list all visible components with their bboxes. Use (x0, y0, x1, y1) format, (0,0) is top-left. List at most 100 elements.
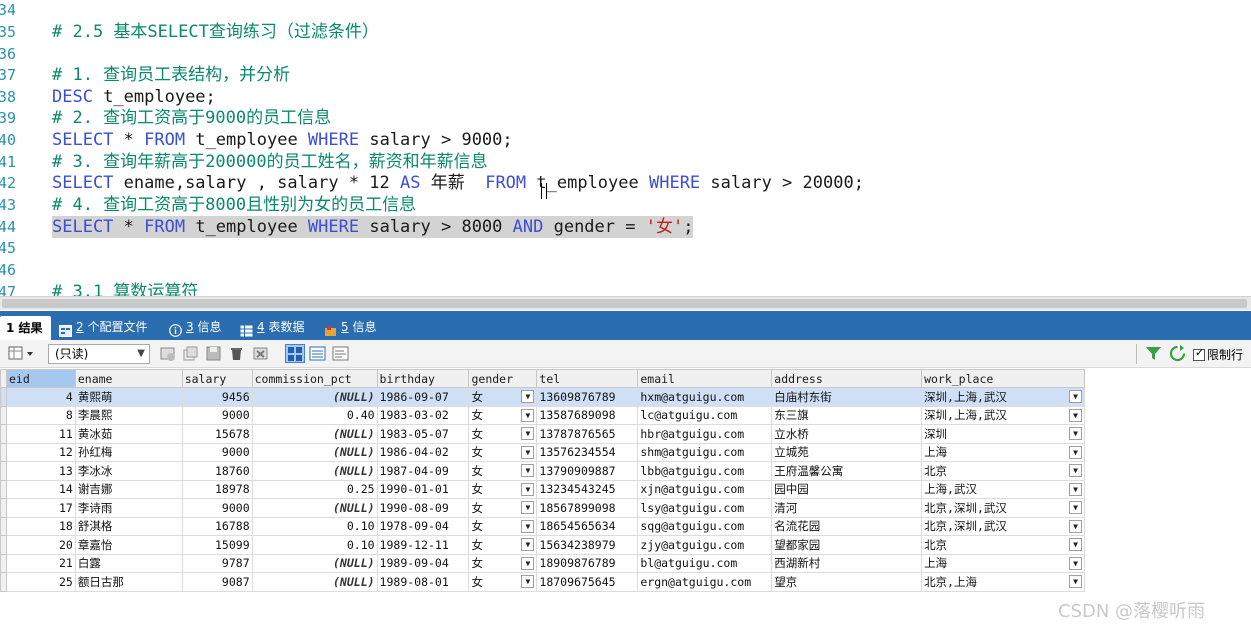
cell-commission-pct[interactable]: 0.25 (251, 479, 378, 499)
cell-email[interactable]: hxm@atguigu.com (637, 387, 773, 407)
cell-birthday[interactable]: 1990-01-01 (376, 479, 470, 499)
column-header-salary[interactable]: salary (181, 369, 253, 388)
cell-address[interactable]: 清河 (771, 498, 923, 518)
cell-gender[interactable]: 女 ▼ (468, 479, 538, 499)
cell-tel[interactable]: 15634238979 (536, 535, 639, 555)
cell-ename[interactable]: 舒淇格 (74, 516, 183, 536)
cell-dropdown-icon[interactable]: ▼ (1069, 538, 1082, 551)
cell-commission-pct[interactable]: (NULL) (251, 572, 378, 592)
cell-eid[interactable]: 12 (5, 442, 76, 462)
cell-birthday[interactable]: 1989-08-01 (376, 572, 470, 592)
cell-eid[interactable]: 21 (5, 553, 76, 573)
cell-dropdown-icon[interactable]: ▼ (1069, 445, 1082, 459)
cell-birthday[interactable]: 1978-09-04 (376, 516, 470, 536)
cell-work-place[interactable]: 上海 ▼ (921, 553, 1085, 573)
cell-dropdown-icon[interactable]: ▼ (1069, 575, 1082, 588)
cell-salary[interactable]: 18760 (181, 461, 253, 481)
cell-email[interactable]: xjn@atguigu.com (637, 479, 773, 499)
cell-eid[interactable]: 8 (5, 405, 76, 425)
cell-birthday[interactable]: 1983-03-02 (376, 405, 470, 425)
cell-birthday[interactable]: 1989-12-11 (376, 535, 470, 555)
cell-work-place[interactable]: 深圳,上海,武汉 ▼ (921, 405, 1085, 425)
cell-ename[interactable]: 李冰冰 (74, 461, 183, 481)
form-view-icon[interactable] (309, 345, 326, 362)
cell-dropdown-icon[interactable]: ▼ (1069, 556, 1082, 570)
cell-email[interactable]: zjy@atguigu.com (637, 535, 773, 555)
cell-eid[interactable]: 25 (5, 572, 76, 592)
cell-eid[interactable]: 14 (5, 479, 76, 499)
cell-salary[interactable]: 15099 (181, 535, 253, 555)
cell-salary[interactable]: 16788 (181, 516, 253, 536)
cell-address[interactable]: 西湖新村 (771, 553, 923, 573)
cell-commission-pct[interactable]: 0.10 (251, 535, 378, 555)
cell-ename[interactable]: 额日古那 (74, 572, 183, 592)
cell-birthday[interactable]: 1989-09-04 (376, 553, 470, 573)
column-header-eid[interactable]: eid (5, 369, 76, 388)
cell-commission-pct[interactable]: (NULL) (251, 387, 378, 407)
column-header-email[interactable]: email (637, 369, 773, 388)
cell-birthday[interactable]: 1990-08-09 (376, 498, 470, 518)
cell-tel[interactable]: 13234543245 (536, 479, 639, 499)
cell-gender[interactable]: 女 ▼ (468, 461, 538, 481)
cell-address[interactable]: 望都家园 (771, 535, 923, 555)
cell-work-place[interactable]: 上海 ▼ (921, 442, 1085, 462)
column-header-birthday[interactable]: birthday (376, 369, 470, 388)
tab-results[interactable]: 1 结果 (0, 316, 51, 341)
cell-ename[interactable]: 孙红梅 (74, 442, 183, 462)
column-header-gender[interactable]: gender (468, 369, 538, 388)
cell-work-place[interactable]: 北京,深圳,武汉 ▼ (921, 516, 1085, 536)
editor-horizontal-scrollbar[interactable] (0, 296, 1251, 310)
cell-gender[interactable]: 女 ▼ (468, 442, 538, 462)
cell-eid[interactable]: 18 (5, 516, 76, 536)
cell-work-place[interactable]: 北京,深圳,武汉 ▼ (921, 498, 1085, 518)
cell-work-place[interactable]: 北京 ▼ (921, 461, 1085, 481)
cell-dropdown-icon[interactable]: ▼ (521, 427, 535, 440)
table-row[interactable]: 21 白露 9787 (NULL) 1989-09-04 女 ▼ 18909876789 bl@… (0, 553, 1085, 573)
cell-tel[interactable]: 13587689098 (536, 405, 639, 425)
table-row[interactable]: 20 章嘉怡 15099 0.10 1989-12-11 女 ▼ 15634238979 zjy… (0, 535, 1085, 555)
cell-ename[interactable]: 谢吉娜 (74, 479, 183, 499)
cell-commission-pct[interactable]: 0.40 (251, 405, 378, 425)
cell-eid[interactable]: 11 (5, 424, 76, 444)
cell-salary[interactable]: 9000 (181, 442, 253, 462)
cell-address[interactable]: 白庙村东街 (771, 387, 923, 407)
cell-email[interactable]: lbb@atguigu.com (637, 461, 773, 481)
grid-view-icon[interactable] (285, 344, 305, 363)
cell-tel[interactable]: 18909876789 (536, 553, 639, 573)
cell-commission-pct[interactable]: (NULL) (251, 553, 378, 573)
cell-dropdown-icon[interactable]: ▼ (521, 501, 535, 514)
cell-tel[interactable]: 13790909887 (536, 461, 639, 481)
cell-commission-pct[interactable]: (NULL) (251, 424, 378, 444)
cell-ename[interactable]: 黄冰茹 (74, 424, 183, 444)
cell-birthday[interactable]: 1987-04-09 (376, 461, 470, 481)
cell-dropdown-icon[interactable]: ▼ (521, 575, 535, 588)
cell-email[interactable]: sqg@atguigu.com (637, 516, 773, 536)
cell-address[interactable]: 名流花园 (771, 516, 923, 536)
cell-tel[interactable]: 18654565634 (536, 516, 639, 536)
cell-commission-pct[interactable]: 0.10 (251, 516, 378, 536)
table-row[interactable]: 8 李晨熙 9000 0.40 1983-03-02 女 ▼ 13587689098 lc@at… (0, 405, 1085, 425)
table-row[interactable]: 25 额日古那 9087 (NULL) 1989-08-01 女 ▼ 18709675645 e… (0, 572, 1085, 592)
filter-icon[interactable] (1145, 345, 1162, 362)
cell-address[interactable]: 园中园 (771, 479, 923, 499)
cell-eid[interactable]: 13 (5, 461, 76, 481)
cell-email[interactable]: ergn@atguigu.com (637, 572, 773, 592)
cell-tel[interactable]: 13609876789 (536, 387, 639, 407)
cell-address[interactable]: 立城苑 (771, 442, 923, 462)
cell-tel[interactable]: 18567899098 (536, 498, 639, 518)
table-row[interactable]: 17 李诗雨 9000 (NULL) 1990-08-09 女 ▼ 18567899098 ls… (0, 498, 1085, 518)
delete-icon[interactable] (228, 345, 245, 362)
table-row[interactable]: 14 谢吉娜 18978 0.25 1990-01-01 女 ▼ 13234543245 xjn… (0, 479, 1085, 499)
cell-work-place[interactable]: 北京,上海 ▼ (921, 572, 1085, 592)
text-view-icon[interactable] (332, 345, 349, 362)
column-header-tel[interactable]: tel (536, 369, 639, 388)
tab-info-2[interactable]: 5 信息 (322, 315, 376, 340)
cell-dropdown-icon[interactable]: ▼ (1069, 519, 1082, 533)
column-header-commission-pct[interactable]: commission_pct (251, 369, 378, 388)
cell-email[interactable]: hbr@atguigu.com (637, 424, 773, 444)
cell-ename[interactable]: 章嘉怡 (74, 535, 183, 555)
cell-salary[interactable]: 9456 (181, 387, 253, 407)
table-row[interactable]: 13 李冰冰 18760 (NULL) 1987-04-09 女 ▼ 13790909887 l… (0, 461, 1085, 481)
limit-rows-checkbox[interactable]: 限制行 (1193, 346, 1243, 363)
cell-address[interactable]: 东三旗 (771, 405, 923, 425)
